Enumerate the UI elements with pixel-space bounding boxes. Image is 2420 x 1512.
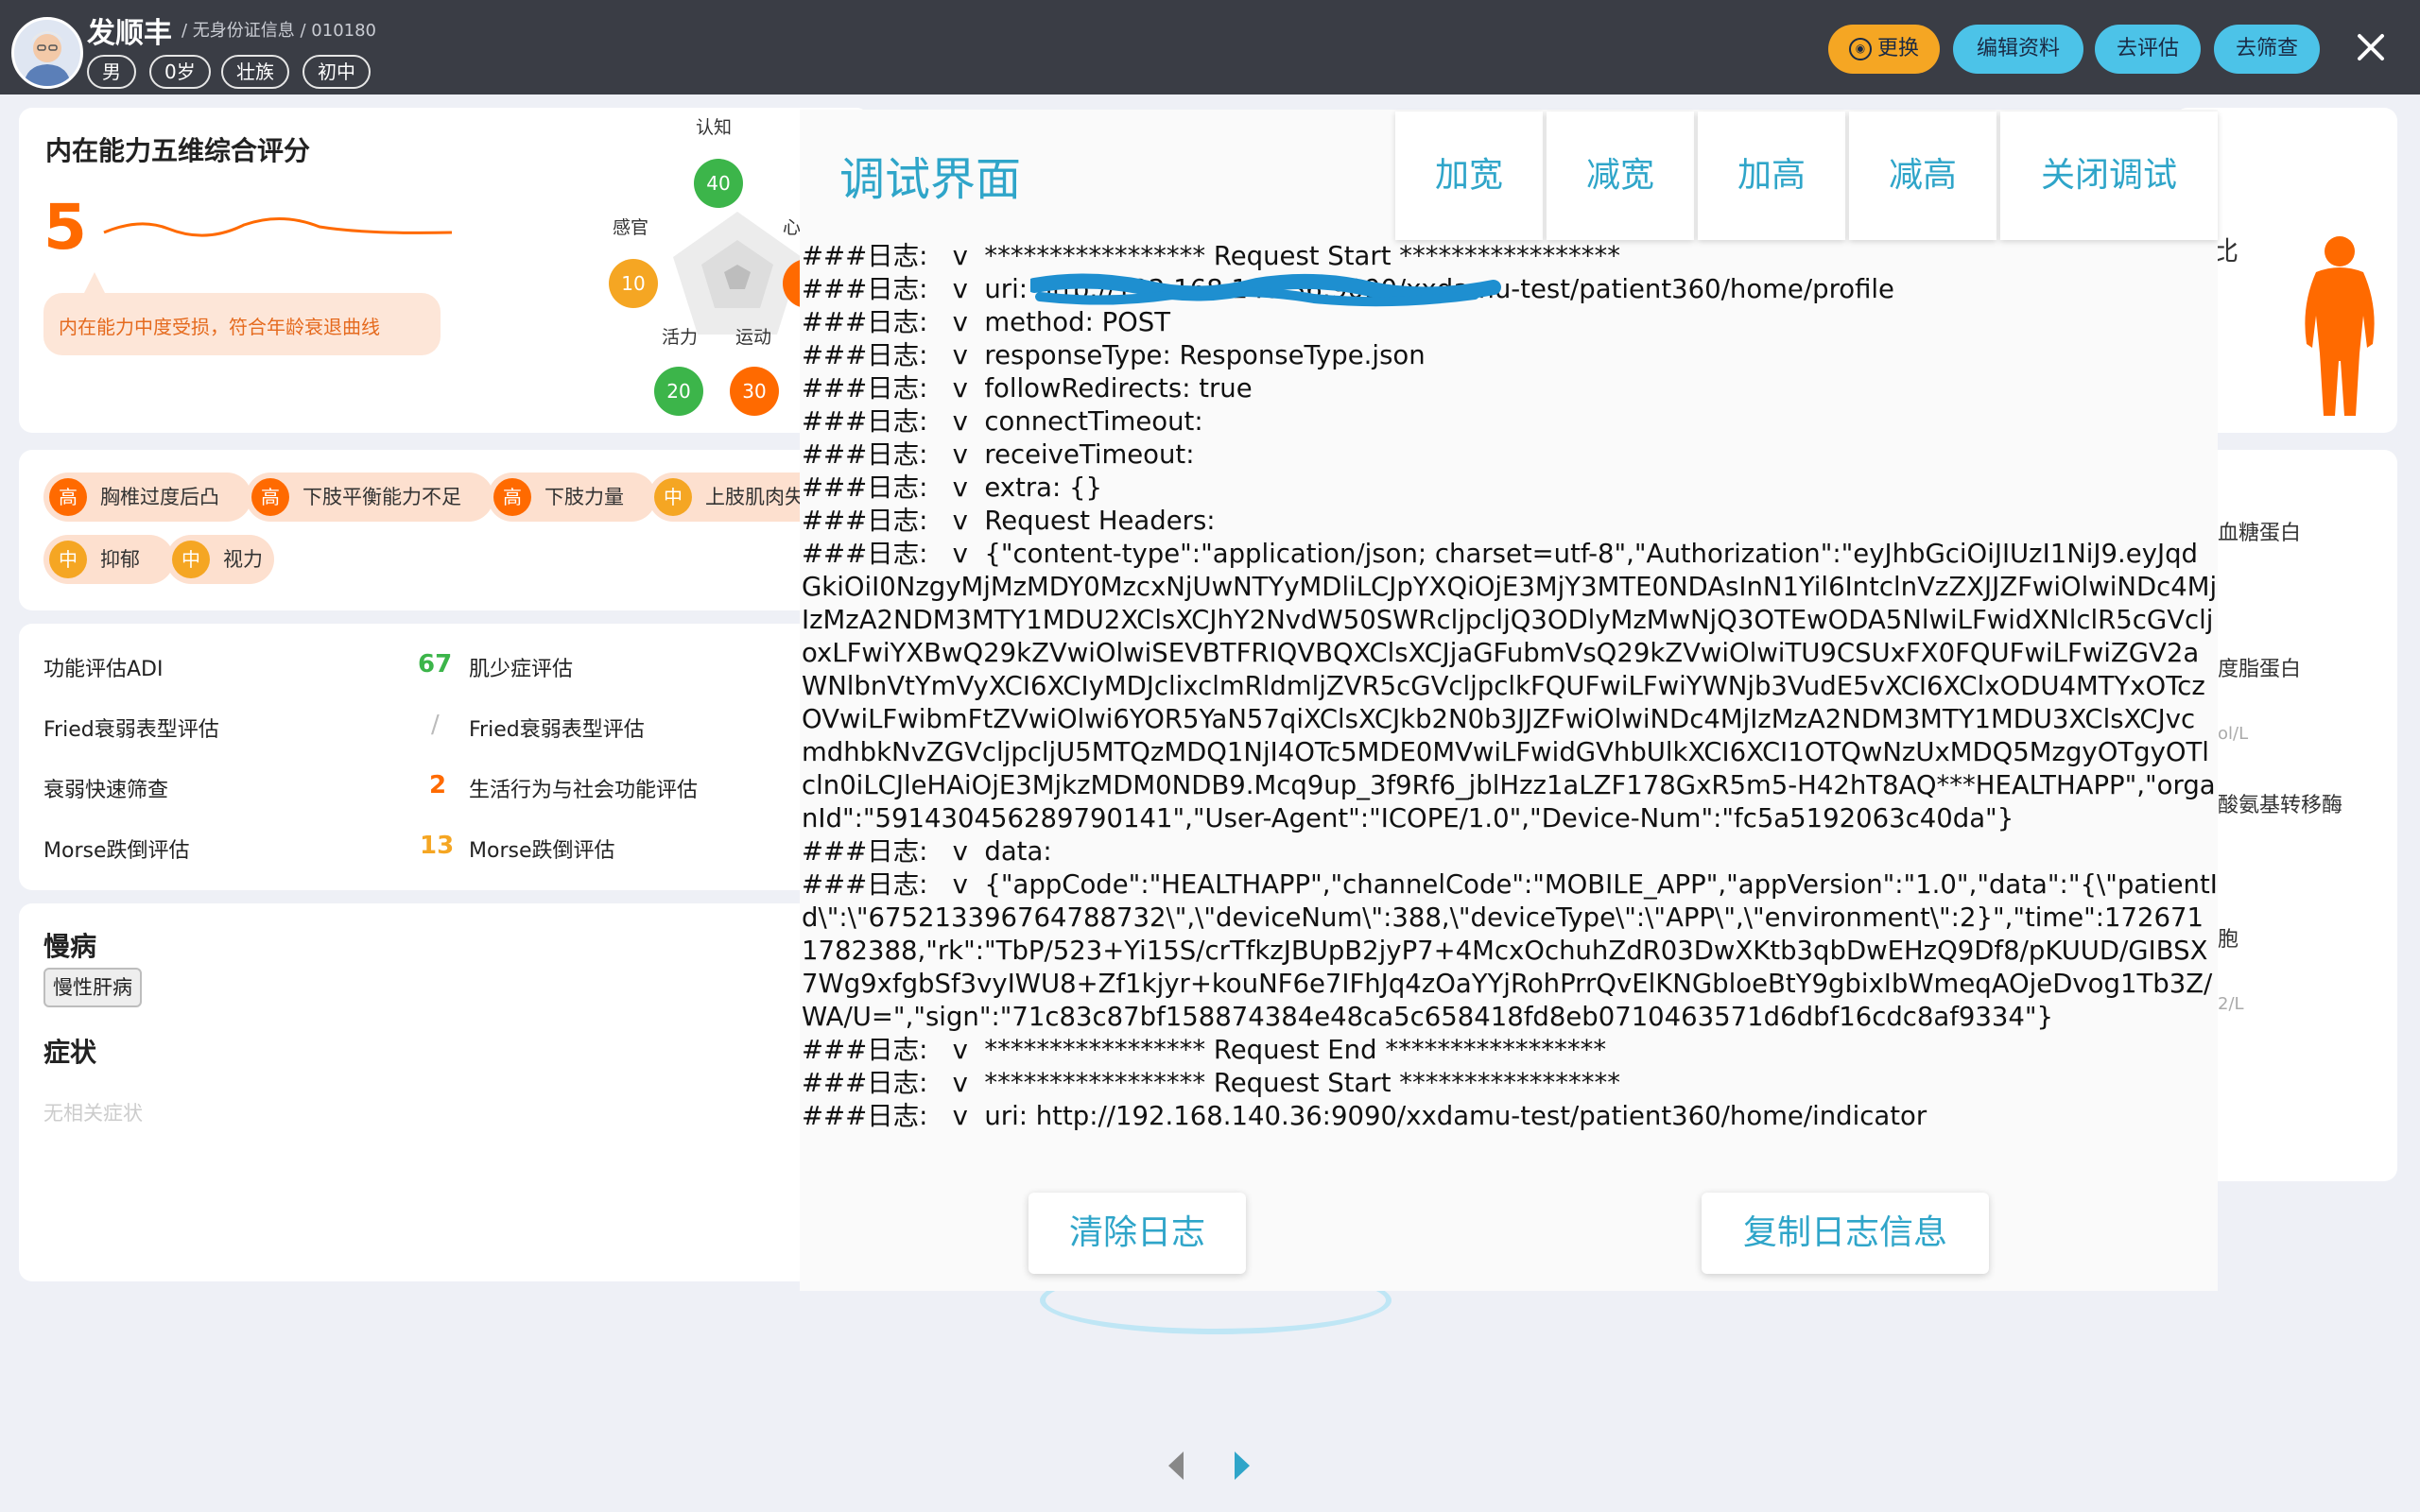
risk-item[interactable]: 中 抑郁	[43, 535, 174, 584]
close-debug-button[interactable]: 关闭调试	[2000, 112, 2218, 240]
lab-item: ol/L	[2218, 724, 2249, 744]
risk-label: 下肢平衡能力不足	[302, 486, 461, 508]
assessment-name[interactable]: Fried衰弱表型评估	[469, 713, 645, 743]
patient-header: 发顺丰 / 无身份证信息 / 010180 男 0岁 壮族 初中 ◉ 更换 编辑资…	[0, 0, 2420, 94]
assessment-score: 13	[420, 832, 455, 860]
assessment-card: 功能评估ADI 67 肌少症评估 Fried衰弱表型评估 / Fried衰弱表型…	[19, 624, 870, 890]
radar-value-vitality: 20	[654, 367, 703, 416]
trend-curve	[103, 217, 453, 237]
risk-label: 视力	[223, 548, 263, 571]
tag-gender: 男	[87, 55, 136, 89]
chronic-card: 慢病 慢性肝病 症状 无相关症状	[19, 903, 870, 1281]
risk-level: 中	[49, 541, 87, 578]
change-patient-label: 更换	[1876, 37, 1919, 60]
chronic-title: 慢病	[43, 931, 97, 962]
copy-log-button[interactable]: 复制日志信息	[1702, 1193, 1989, 1274]
shorter-button[interactable]: 减高	[1849, 112, 1996, 240]
risk-label: 胸椎过度后凸	[100, 486, 219, 508]
chronic-tag: 慢性肝病	[43, 968, 142, 1007]
risk-level: 中	[654, 478, 692, 516]
risk-level: 中	[172, 541, 210, 578]
lab-item: 2/L	[2218, 994, 2244, 1014]
radar-label-psych: 心	[783, 217, 802, 238]
swap-icon: ◉	[1848, 38, 1872, 60]
lab-item: 胞	[2218, 928, 2239, 952]
taller-button[interactable]: 加高	[1698, 112, 1845, 240]
debug-title: 调试界面	[839, 153, 1022, 206]
tag-age: 0岁	[149, 55, 211, 89]
avatar[interactable]	[11, 17, 83, 89]
risk-card: 高 胸椎过度后凸 高 下肢平衡能力不足 高 下肢力量 中 上肢肌肉失 中 抑郁 …	[19, 450, 870, 610]
widen-button[interactable]: 加宽	[1395, 112, 1543, 240]
assessment-score: /	[431, 711, 440, 739]
change-patient-button[interactable]: ◉ 更换	[1828, 25, 1940, 74]
symptom-title: 症状	[43, 1037, 97, 1068]
edit-profile-button[interactable]: 编辑资料	[1953, 25, 2083, 74]
close-icon[interactable]	[2348, 25, 2394, 70]
ability-score: 5	[43, 191, 87, 264]
ability-card: 内在能力五维综合评分 5 内在能力中度受损，符合年龄衰退曲线 认知 40 感官 …	[19, 108, 870, 433]
risk-label: 抑郁	[100, 548, 140, 571]
body-figure-icon	[2305, 236, 2375, 416]
lab-item: 酸氨基转移酶	[2218, 794, 2343, 817]
radar-value-sensory: 10	[609, 259, 658, 308]
go-screening-button[interactable]: 去筛查	[2214, 25, 2320, 74]
ability-title: 内在能力五维综合评分	[45, 135, 311, 166]
prev-page-icon[interactable]	[1167, 1450, 1185, 1486]
log-view[interactable]: ###日志: v ***************** Request Start…	[800, 240, 2218, 1176]
risk-item[interactable]: 高 胸椎过度后凸	[43, 472, 251, 522]
assessment-name[interactable]: 功能评估ADI	[43, 652, 163, 682]
risk-level: 高	[493, 478, 531, 516]
radar-label-vitality: 活力	[662, 327, 699, 348]
radar-label-sensory: 感官	[613, 217, 649, 238]
risk-item[interactable]: 高 下肢力量	[488, 472, 656, 522]
risk-item[interactable]: 中 视力	[166, 535, 274, 584]
assessment-name[interactable]: Morse跌倒评估	[469, 833, 614, 864]
go-evaluate-button[interactable]: 去评估	[2095, 25, 2201, 74]
symptom-empty: 无相关症状	[43, 1102, 143, 1125]
redaction-scribble	[1030, 273, 1501, 307]
clear-log-button[interactable]: 清除日志	[1028, 1193, 1246, 1274]
assessment-name[interactable]: 生活行为与社会功能评估	[469, 773, 698, 803]
risk-level: 高	[49, 478, 87, 516]
tag-education: 初中	[302, 55, 371, 89]
ability-note: 内在能力中度受损，符合年龄衰退曲线	[59, 316, 380, 338]
radar-label-cognition: 认知	[696, 117, 733, 138]
assessment-name[interactable]: 肌少症评估	[469, 652, 573, 682]
radar-value-cognition: 40	[694, 159, 743, 208]
assessment-score: 2	[429, 771, 447, 799]
patient-name: 发顺丰	[87, 17, 172, 50]
radar-value-motion: 30	[730, 367, 779, 416]
risk-label: 下肢力量	[544, 486, 624, 508]
next-page-icon[interactable]	[1233, 1450, 1252, 1486]
lab-item: 度脂蛋白	[2218, 658, 2302, 681]
tag-ethnicity: 壮族	[221, 55, 289, 89]
log-text: ###日志: v ***************** Request Start…	[802, 241, 2218, 1131]
lab-item: 血糖蛋白	[2218, 522, 2302, 545]
risk-label: 上肢肌肉失	[705, 486, 804, 508]
radar-label-motion: 运动	[735, 327, 772, 348]
assessment-name[interactable]: 衰弱快速筛查	[43, 773, 168, 803]
assessment-name[interactable]: Morse跌倒评估	[43, 833, 189, 864]
risk-item[interactable]: 高 下肢平衡能力不足	[246, 472, 493, 522]
risk-level: 高	[251, 478, 289, 516]
patient-id-info: / 无身份证信息 / 010180	[182, 21, 377, 41]
assessment-score: 67	[418, 650, 453, 679]
assessment-name[interactable]: Fried衰弱表型评估	[43, 713, 219, 743]
narrow-button[interactable]: 减宽	[1547, 112, 1694, 240]
